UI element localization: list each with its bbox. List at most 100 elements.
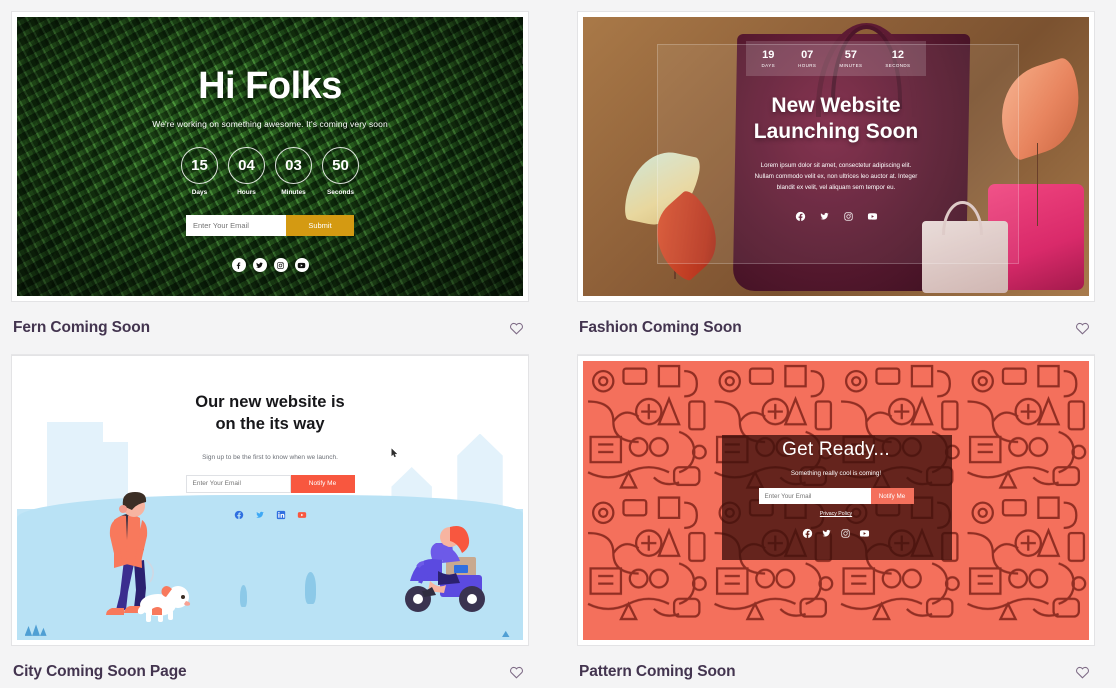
facebook-icon[interactable]: [795, 211, 806, 222]
privacy-policy-link[interactable]: Privacy Policy: [820, 511, 852, 517]
mouse-cursor-icon: [391, 448, 398, 458]
youtube-icon[interactable]: [859, 528, 870, 539]
fashion-social-links: [795, 211, 878, 222]
pattern-social-links: [802, 528, 870, 539]
countdown-days-label: Days: [191, 189, 208, 196]
countdown-minutes-value: 57: [844, 49, 857, 61]
fashion-heading-line2: Launching Soon: [753, 120, 919, 144]
countdown-hours-value: 04: [228, 147, 265, 184]
youtube-icon[interactable]: [867, 211, 878, 222]
city-heading-line1: Our new website is: [195, 393, 345, 411]
fern-subheading: We're working on something awesome. It's…: [152, 119, 388, 129]
twitter-icon[interactable]: [819, 211, 830, 222]
heart-outline-icon[interactable]: [505, 317, 527, 339]
fern-signup-form: Submit: [186, 215, 354, 236]
countdown-minutes-label: MINUTES: [839, 63, 863, 68]
fern-submit-button[interactable]: Submit: [286, 215, 354, 236]
facebook-icon[interactable]: [231, 258, 246, 272]
pattern-notify-button[interactable]: Notify Me: [870, 488, 914, 504]
instagram-icon[interactable]: [840, 528, 851, 539]
youtube-icon[interactable]: [294, 258, 309, 272]
countdown-days-value: 19: [762, 49, 775, 61]
grid-cell-4: Get Ready... Something really cool is co…: [558, 344, 1116, 688]
thumbnail-preview-fern[interactable]: Hi Folks We're working on something awes…: [17, 17, 523, 296]
heart-outline-icon[interactable]: [505, 661, 527, 683]
countdown-minutes-label: Minutes: [281, 189, 306, 196]
thumbnail-frame[interactable]: Get Ready... Something really cool is co…: [577, 355, 1095, 646]
facebook-icon[interactable]: [802, 528, 813, 539]
thumbnail-preview-fashion[interactable]: 19 DAYS 07 HOURS 57 MINUTES 12 SECONDS N…: [583, 17, 1089, 296]
twitter-icon[interactable]: [252, 258, 267, 272]
card-title: Fashion Coming Soon: [579, 319, 742, 336]
fern-preview-content: Hi Folks We're working on something awes…: [17, 17, 523, 296]
card-title: City Coming Soon Page: [13, 663, 187, 680]
city-social-links: [234, 510, 307, 520]
countdown-hours-label: Hours: [237, 189, 256, 196]
fashion-heading: New Website Launching Soon: [754, 93, 918, 146]
countdown-days-label: DAYS: [761, 63, 776, 68]
countdown-seconds-label: Seconds: [326, 189, 355, 196]
fern-social-links: [231, 258, 309, 272]
fern-countdown: 15 Days 04 Hours 03 Minutes 50 Seconds: [181, 147, 359, 196]
pattern-signup-form: Notify Me: [758, 488, 914, 504]
countdown-hours-label: HOURS: [798, 63, 817, 68]
pattern-heading: Get Ready...: [782, 439, 890, 460]
countdown-minutes-value: 03: [275, 147, 312, 184]
template-card-pattern[interactable]: Get Ready... Something really cool is co…: [577, 355, 1095, 688]
countdown-unit-days: 15 Days: [181, 147, 218, 196]
countdown-unit-minutes: 57 MINUTES: [839, 49, 862, 68]
countdown-unit-hours: 07 HOURS: [798, 49, 816, 68]
countdown-unit-seconds: 50 Seconds: [322, 147, 359, 196]
heart-outline-icon[interactable]: [1071, 661, 1093, 683]
pattern-email-input[interactable]: [758, 488, 871, 504]
grid-cell-1: Hi Folks We're working on something awes…: [0, 0, 558, 355]
pattern-preview-content: Get Ready... Something really cool is co…: [583, 361, 1089, 640]
instagram-icon[interactable]: [273, 258, 288, 272]
youtube-icon[interactable]: [297, 510, 307, 520]
card-footer: City Coming Soon Page: [11, 646, 529, 688]
template-card-city[interactable]: Our new website is on the its way Sign u…: [11, 355, 529, 688]
heart-outline-icon[interactable]: [1071, 317, 1093, 339]
countdown-hours-value: 07: [801, 49, 814, 61]
template-grid: Hi Folks We're working on something awes…: [0, 0, 1116, 688]
grid-cell-2: 19 DAYS 07 HOURS 57 MINUTES 12 SECONDS N…: [558, 0, 1116, 355]
city-heading: Our new website is on the its way: [195, 391, 344, 436]
countdown-unit-minutes: 03 Minutes: [275, 147, 312, 196]
template-card-fern[interactable]: Hi Folks We're working on something awes…: [11, 11, 529, 355]
fashion-paragraph: Lorem ipsum dolor sit amet, consectetur …: [754, 161, 918, 192]
instagram-icon[interactable]: [843, 211, 854, 222]
thumbnail-preview-city[interactable]: Our new website is on the its way Sign u…: [17, 361, 523, 640]
mouse-cursor-icon: [522, 56, 523, 65]
fern-heading: Hi Folks: [198, 65, 342, 107]
fern-email-input[interactable]: [186, 215, 286, 236]
countdown-unit-seconds: 12 SECONDS: [885, 49, 910, 68]
thumbnail-preview-pattern[interactable]: Get Ready... Something really cool is co…: [583, 361, 1089, 640]
fashion-preview-content: 19 DAYS 07 HOURS 57 MINUTES 12 SECONDS N…: [583, 17, 1089, 296]
city-preview-content: Our new website is on the its way Sign u…: [17, 361, 523, 640]
city-signup-form: Notify Me: [185, 474, 355, 493]
countdown-seconds-value: 50: [322, 147, 359, 184]
facebook-icon[interactable]: [234, 510, 244, 520]
thumbnail-frame[interactable]: Our new website is on the its way Sign u…: [11, 355, 529, 646]
pattern-subheading: Something really cool is coming!: [790, 470, 882, 477]
fashion-heading-line1: New Website: [771, 94, 901, 117]
linkedin-icon[interactable]: [276, 510, 286, 520]
countdown-seconds-label: SECONDS: [885, 63, 911, 68]
countdown-unit-hours: 04 Hours: [228, 147, 265, 196]
countdown-unit-days: 19 DAYS: [762, 49, 776, 68]
card-title: Fern Coming Soon: [13, 319, 151, 336]
fashion-countdown: 19 DAYS 07 HOURS 57 MINUTES 12 SECONDS: [746, 41, 926, 76]
card-title: Pattern Coming Soon: [579, 663, 736, 680]
city-notify-button[interactable]: Notify Me: [290, 474, 355, 493]
grid-cell-3: Our new website is on the its way Sign u…: [0, 344, 558, 688]
twitter-icon[interactable]: [821, 528, 832, 539]
city-subheading: Sign up to be the first to know when we …: [202, 453, 338, 461]
countdown-days-value: 15: [181, 147, 218, 184]
city-email-input[interactable]: [185, 474, 291, 493]
thumbnail-frame[interactable]: Hi Folks We're working on something awes…: [11, 11, 529, 302]
card-footer: Pattern Coming Soon: [577, 646, 1095, 688]
thumbnail-frame[interactable]: 19 DAYS 07 HOURS 57 MINUTES 12 SECONDS N…: [577, 11, 1095, 302]
twitter-icon[interactable]: [255, 510, 265, 520]
city-heading-line2: on the its way: [215, 415, 325, 434]
template-card-fashion[interactable]: 19 DAYS 07 HOURS 57 MINUTES 12 SECONDS N…: [577, 11, 1095, 355]
